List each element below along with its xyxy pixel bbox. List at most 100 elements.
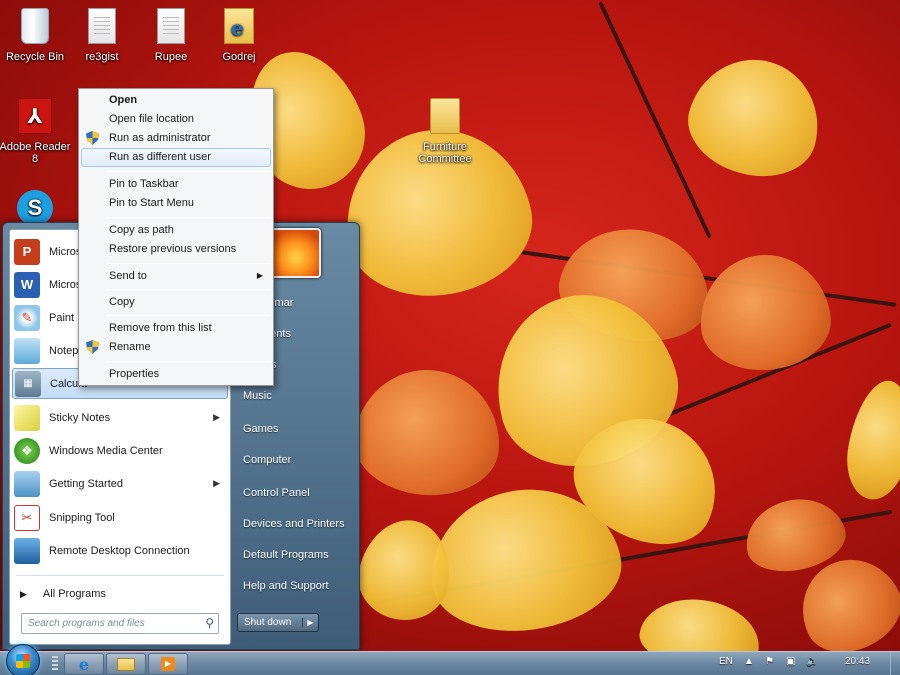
ctx-send-to[interactable]: Send to ▶ <box>81 267 271 286</box>
desktop-icon-recycle-bin[interactable]: Recycle Bin <box>0 8 71 63</box>
start-right-help-support[interactable]: Help and Support <box>243 580 329 592</box>
ctx-open-file-location[interactable]: Open file location <box>81 110 271 129</box>
desktop-icon-furniture-committee[interactable]: Furniture Committee <box>409 98 481 165</box>
ctx-pin-to-start-menu[interactable]: Pin to Start Menu <box>81 194 271 213</box>
skype-icon: S <box>17 190 53 226</box>
notepad-icon <box>14 337 40 364</box>
start-right-default-programs[interactable]: Default Programs <box>243 549 329 561</box>
desktop-icon-label: Rupee <box>154 51 188 63</box>
document-icon <box>157 8 185 44</box>
all-programs-button[interactable]: ▶ All Programs <box>12 580 228 608</box>
program-label: Snipping Tool <box>49 511 115 524</box>
taskbar-windows-explorer[interactable] <box>106 653 146 675</box>
desktop-icon-label: Recycle Bin <box>5 51 65 63</box>
submenu-arrow-icon: ▶ <box>213 412 220 422</box>
adobe-reader-icon: ⅄ <box>18 98 52 134</box>
word-icon: W <box>14 271 40 298</box>
ctx-separator <box>107 263 271 264</box>
calculator-icon: ▦ <box>15 370 41 397</box>
start-right-computer[interactable]: Computer <box>243 454 291 466</box>
program-remote-desktop[interactable]: Remote Desktop Connection <box>12 535 228 566</box>
taskbar-internet-explorer[interactable]: e <box>64 653 104 675</box>
start-right-games[interactable]: Games <box>243 423 278 435</box>
ctx-label: Send to <box>109 270 147 282</box>
desktop-icon-label: Godrej <box>222 51 256 63</box>
start-search-input[interactable]: Search programs and files ⚲ <box>21 613 219 634</box>
program-getting-started[interactable]: Getting Started ▶ <box>12 468 228 499</box>
windows-logo-icon <box>16 654 30 668</box>
search-icon: ⚲ <box>205 616 214 630</box>
sticky-notes-icon <box>14 404 40 431</box>
shutdown-options-arrow-icon[interactable]: ▶ <box>302 618 318 627</box>
program-label: Paint <box>49 311 75 324</box>
shutdown-button[interactable]: Shut down ▶ <box>237 613 319 632</box>
taskbar: e ▶ EN ▲ ⚑ ▣ 🔈 20:43 <box>0 644 900 675</box>
action-center-flag-icon[interactable]: ⚑ <box>765 656 774 667</box>
program-label: Micros <box>49 245 82 258</box>
program-media-center[interactable]: ❖ Windows Media Center <box>12 435 228 466</box>
network-icon[interactable]: ▣ <box>786 656 795 667</box>
program-sticky-notes[interactable]: Sticky Notes ▶ <box>12 402 228 433</box>
start-button[interactable] <box>6 644 40 675</box>
internet-explorer-icon: e <box>78 654 90 674</box>
ctx-separator <box>107 217 271 218</box>
desktop-icon-label: re3gist <box>85 51 119 63</box>
windows-explorer-icon <box>117 657 135 671</box>
submenu-arrow-icon: ▶ <box>213 478 220 488</box>
desktop-icon-label: Furniture Committee <box>418 141 472 165</box>
start-right-control-panel[interactable]: Control Panel <box>243 487 310 499</box>
context-menu: Open Open file location Run as administr… <box>78 88 274 386</box>
uac-shield-icon <box>86 340 99 354</box>
ctx-properties[interactable]: Properties <box>81 365 271 384</box>
user-avatar[interactable] <box>271 228 321 278</box>
triangle-right-icon: ▶ <box>20 588 27 599</box>
ctx-label: Run as administrator <box>109 132 211 144</box>
desktop-icon-rupee[interactable]: Rupee <box>135 8 207 63</box>
show-hidden-icons-icon[interactable]: ▲ <box>744 656 754 667</box>
taskbar-media-player[interactable]: ▶ <box>148 653 188 675</box>
getting-started-icon <box>14 470 40 497</box>
ctx-run-as-administrator[interactable]: Run as administrator <box>81 129 271 148</box>
clock[interactable]: 20:43 <box>845 656 870 667</box>
remote-desktop-icon <box>14 537 40 564</box>
start-right-music[interactable]: Music <box>243 390 272 402</box>
ctx-open[interactable]: Open <box>81 91 271 110</box>
media-player-icon: ▶ <box>161 657 175 671</box>
submenu-arrow-icon: ▶ <box>256 271 263 280</box>
document-icon <box>88 8 116 44</box>
ctx-run-as-different-user[interactable]: Run as different user <box>81 148 271 167</box>
desktop-icon-re3gist[interactable]: re3gist <box>66 8 138 63</box>
powerpoint-icon: P <box>14 238 40 265</box>
volume-icon[interactable]: 🔈 <box>806 656 818 667</box>
start-right-devices-printers[interactable]: Devices and Printers <box>243 518 345 530</box>
ctx-rename[interactable]: Rename <box>81 338 271 357</box>
start-menu-separator <box>16 575 224 576</box>
ctx-remove-from-list[interactable]: Remove from this list <box>81 319 271 338</box>
ctx-copy[interactable]: Copy <box>81 293 271 312</box>
program-label: Remote Desktop Connection <box>49 544 190 557</box>
paint-icon: ✎ <box>14 304 40 331</box>
program-label: Windows Media Center <box>49 444 163 457</box>
ctx-separator <box>107 289 271 290</box>
all-programs-label: All Programs <box>42 588 106 600</box>
program-label: Getting Started <box>49 477 123 490</box>
show-desktop-button[interactable] <box>890 652 900 675</box>
ctx-restore-previous-versions[interactable]: Restore previous versions <box>81 240 271 259</box>
taskbar-gripper[interactable] <box>52 656 58 672</box>
uac-shield-icon <box>86 131 99 145</box>
desktop-icon-adobe-reader[interactable]: ⅄ Adobe Reader 8 <box>0 98 71 165</box>
ctx-separator <box>107 361 271 362</box>
shutdown-label: Shut down <box>244 617 292 628</box>
recycle-bin-icon <box>21 8 49 44</box>
program-label: Sticky Notes <box>49 411 111 424</box>
ctx-separator <box>107 171 271 172</box>
folder-icon <box>430 98 460 134</box>
desktop-icon-label: Adobe Reader 8 <box>0 141 71 165</box>
ctx-copy-as-path[interactable]: Copy as path <box>81 221 271 240</box>
ctx-pin-to-taskbar[interactable]: Pin to Taskbar <box>81 175 271 194</box>
desktop-icon-godrej[interactable]: e Godrej <box>203 8 275 63</box>
media-center-icon: ❖ <box>14 437 40 464</box>
language-indicator[interactable]: EN <box>719 656 733 667</box>
search-placeholder: Search programs and files <box>28 618 145 629</box>
program-snipping-tool[interactable]: ✂ Snipping Tool <box>12 502 228 533</box>
